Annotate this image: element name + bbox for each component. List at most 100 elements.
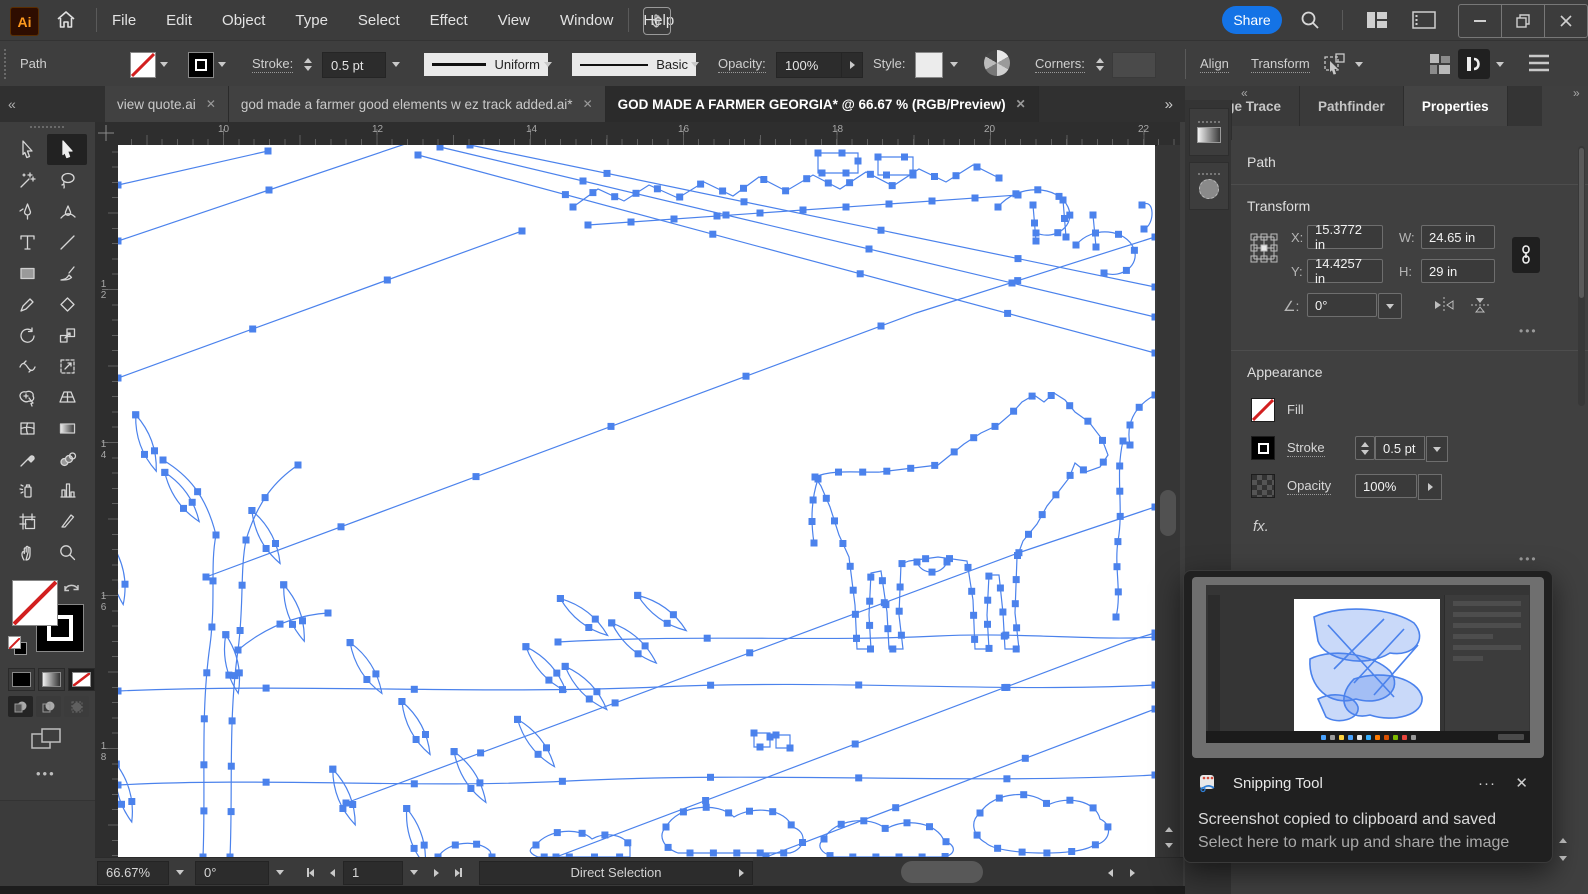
illustrator-logo[interactable]: Ai	[10, 7, 39, 36]
screen-mode-icon[interactable]	[30, 726, 64, 754]
stroke-label[interactable]: Stroke:	[252, 56, 293, 73]
search-icon[interactable]	[1300, 10, 1320, 30]
rotate-tool[interactable]	[7, 320, 47, 351]
rotation-dropdown-icon[interactable]	[269, 861, 291, 885]
draw-behind-button[interactable]	[36, 696, 61, 717]
menu-file[interactable]: File	[112, 12, 136, 29]
opacity-expand-button[interactable]	[841, 52, 863, 78]
close-icon[interactable]: ✕	[1016, 97, 1026, 111]
transform-more-icon[interactable]: •••	[1519, 324, 1538, 338]
vertical-ruler[interactable]: 12 14 16 18	[95, 145, 119, 857]
constrain-proportions-icon[interactable]	[1512, 237, 1540, 273]
gradient-button[interactable]	[38, 668, 65, 691]
angle-input[interactable]: 0°	[1307, 293, 1377, 317]
restore-button[interactable]	[1501, 5, 1544, 37]
gradient-tool[interactable]	[47, 413, 87, 444]
shape-mode-dropdown-icon[interactable]	[1496, 62, 1504, 67]
home-icon[interactable]	[54, 8, 78, 32]
stroke-weight-dropdown-icon[interactable]	[392, 62, 400, 67]
drag-grip[interactable]	[4, 49, 9, 79]
menu-view[interactable]: View	[498, 12, 530, 29]
gradient-panel-icon[interactable]	[1189, 108, 1229, 156]
menu-effect[interactable]: Effect	[430, 12, 468, 29]
align-label[interactable]: Align	[1200, 56, 1229, 73]
drag-grip[interactable]	[30, 126, 64, 131]
curvature-tool[interactable]	[47, 196, 87, 227]
transform-label[interactable]: Transform	[1251, 56, 1310, 73]
selection-tool[interactable]	[7, 134, 47, 165]
direct-selection-tool[interactable]	[47, 134, 87, 165]
zoom-tool[interactable]	[47, 537, 87, 568]
draw-normal-button[interactable]	[8, 696, 33, 717]
vertical-scrollbar[interactable]	[1157, 145, 1180, 857]
close-button[interactable]	[1544, 5, 1587, 37]
appearance-more-icon[interactable]: •••	[1519, 552, 1538, 566]
next-artboard-button[interactable]	[425, 861, 447, 885]
swap-fill-stroke-icon[interactable]	[62, 580, 82, 596]
default-fill-stroke-icon[interactable]	[8, 636, 28, 656]
x-input[interactable]: 15.3772 in	[1307, 225, 1383, 249]
brush-select[interactable]: Basic	[572, 53, 696, 76]
artboard[interactable]	[118, 145, 1155, 857]
width-tool[interactable]	[7, 351, 47, 382]
scroll-up-icon[interactable]	[1165, 827, 1173, 832]
zoom-dropdown-icon[interactable]	[169, 861, 191, 885]
document-setup-icon[interactable]	[1412, 11, 1436, 29]
tab-overflow-icon[interactable]: »	[1153, 86, 1185, 122]
toolbar-collapse-icon[interactable]: «	[0, 86, 105, 122]
vertical-scrollbar-thumb[interactable]	[1160, 490, 1176, 536]
blend-tool[interactable]	[47, 444, 87, 475]
stroke-color-dropdown-icon[interactable]	[218, 62, 226, 67]
reference-point-grid[interactable]	[1249, 232, 1279, 264]
status-expand-icon[interactable]	[739, 869, 744, 877]
paintbrush-tool[interactable]	[47, 258, 87, 289]
perspective-grid-tool[interactable]	[47, 382, 87, 413]
stroke-weight-stepper[interactable]	[1355, 436, 1375, 460]
fx-button[interactable]: fx.	[1253, 518, 1269, 535]
panel-scrollbar[interactable]	[1578, 146, 1585, 406]
panel-menu-icon[interactable]	[1528, 54, 1550, 72]
ruler-origin[interactable]	[95, 122, 119, 146]
corners-input[interactable]	[1112, 52, 1156, 78]
menu-window[interactable]: Window	[560, 12, 613, 29]
style-dropdown-icon[interactable]	[950, 62, 958, 67]
draw-inside-button[interactable]	[64, 696, 89, 717]
close-icon[interactable]: ✕	[206, 97, 216, 111]
artboard-number-input[interactable]: 1	[343, 861, 403, 885]
shape-builder-tool[interactable]	[7, 382, 47, 413]
free-transform-tool[interactable]	[47, 351, 87, 382]
none-button[interactable]	[68, 668, 95, 691]
menu-select[interactable]: Select	[358, 12, 400, 29]
recolor-artwork-icon[interactable]	[984, 50, 1010, 76]
previous-artboard-button[interactable]	[321, 861, 343, 885]
horizontal-scrollbar[interactable]	[753, 858, 1183, 887]
opacity-expand-icon[interactable]	[1418, 474, 1442, 500]
width-profile-select[interactable]: Uniform	[424, 53, 548, 76]
rotation-input[interactable]: 0°	[195, 861, 269, 885]
stroke-weight-dropdown-icon[interactable]	[1426, 436, 1448, 462]
corners-label[interactable]: Corners:	[1035, 56, 1085, 73]
fill-swatch[interactable]	[1251, 398, 1275, 422]
document-tab-3-active[interactable]: GOD MADE A FARMER GEORGIA* @ 66.67 % (RG…	[606, 86, 1039, 122]
shaper-tool[interactable]	[47, 289, 87, 320]
document-tab-2[interactable]: god made a farmer good elements w ez tra…	[229, 86, 606, 122]
dock-collapse-icon[interactable]: «	[1241, 86, 1248, 100]
flip-vertical-icon[interactable]	[1469, 296, 1491, 314]
menu-edit[interactable]: Edit	[166, 12, 192, 29]
stroke-weight-input[interactable]: 0.5 pt	[322, 52, 386, 78]
brush-dropdown-icon[interactable]	[691, 62, 699, 67]
fill-label[interactable]: Fill	[1287, 402, 1304, 417]
menu-type[interactable]: Type	[295, 12, 328, 29]
first-artboard-button[interactable]	[299, 861, 321, 885]
notification-close-icon[interactable]: ✕	[1515, 774, 1528, 792]
angle-dropdown-icon[interactable]	[1378, 293, 1402, 319]
lasso-tool[interactable]	[47, 165, 87, 196]
corners-stepper[interactable]	[1092, 52, 1108, 76]
align-objects-icon[interactable]	[1428, 52, 1452, 76]
last-artboard-button[interactable]	[447, 861, 469, 885]
fill-color-swatch[interactable]	[130, 52, 156, 78]
notification-action-hint[interactable]: Select here to mark up and share the ima…	[1198, 834, 1509, 852]
opacity-input[interactable]: 100%	[1355, 474, 1417, 498]
stroke-weight-input[interactable]: 0.5 pt	[1375, 436, 1425, 460]
share-button[interactable]: Share	[1222, 6, 1282, 34]
